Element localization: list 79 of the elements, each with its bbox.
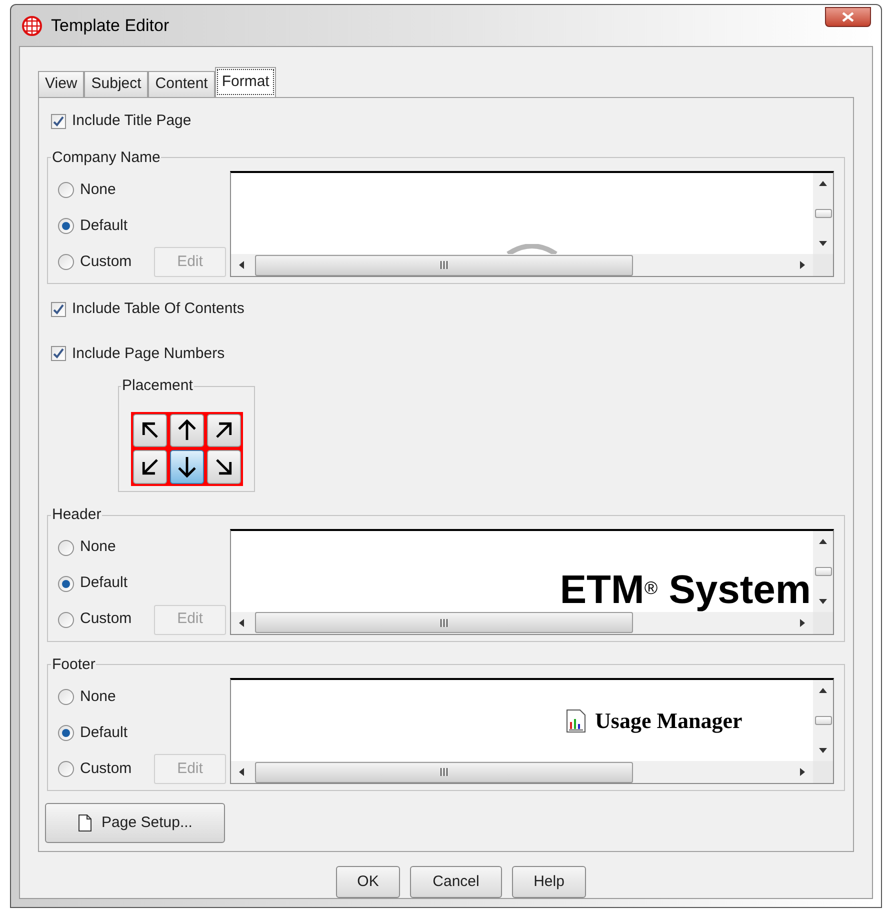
- scroll-down-icon[interactable]: [818, 238, 828, 248]
- radio-label: None: [80, 686, 116, 707]
- horizontal-scrollbar[interactable]: [231, 254, 813, 276]
- grip-icon: [440, 261, 448, 269]
- scroll-thumb[interactable]: [814, 716, 832, 725]
- checkbox-label: Include Title Page: [72, 111, 192, 131]
- placement-button[interactable]: [206, 450, 240, 484]
- tab[interactable]: Content: [148, 71, 215, 97]
- grip-icon: [440, 768, 448, 776]
- radio-button[interactable]: [58, 612, 74, 628]
- checkbox-label: Include Page Numbers: [72, 344, 225, 364]
- scroll-left-icon[interactable]: [237, 618, 247, 628]
- radio-button[interactable]: [58, 761, 74, 777]
- radio-label: Custom: [80, 758, 132, 779]
- horizontal-scrollbar[interactable]: [231, 761, 813, 783]
- vertical-scrollbar[interactable]: [813, 680, 833, 761]
- radio-button[interactable]: [58, 689, 74, 705]
- tab[interactable]: Subject: [84, 71, 148, 97]
- dialog-button[interactable]: Cancel: [410, 866, 502, 898]
- placement-button[interactable]: [132, 450, 166, 484]
- scroll-thumb[interactable]: [814, 566, 832, 576]
- group-label: Header: [51, 505, 102, 525]
- page-setup-button[interactable]: Page Setup...: [45, 803, 225, 843]
- group-label: Footer: [51, 654, 96, 674]
- checkbox[interactable]: [51, 346, 66, 362]
- dialog-button[interactable]: Help: [512, 866, 586, 898]
- vertical-scrollbar[interactable]: [813, 530, 833, 612]
- radio-button[interactable]: [58, 182, 74, 198]
- group-label: Company Name: [51, 148, 162, 168]
- scrollbar-corner: [813, 612, 833, 634]
- radio-label: Custom: [80, 252, 132, 272]
- scroll-thumb[interactable]: [814, 209, 832, 218]
- window-title: Template Editor: [51, 14, 170, 37]
- globe-icon: [21, 14, 43, 36]
- dialog-button[interactable]: OK: [336, 866, 400, 898]
- close-button[interactable]: [825, 6, 871, 26]
- scroll-right-icon[interactable]: [797, 260, 807, 270]
- radio-button[interactable]: [58, 576, 74, 592]
- horizontal-scrollbar[interactable]: [231, 612, 813, 634]
- scroll-left-icon[interactable]: [237, 767, 247, 777]
- radio-label: Default: [80, 216, 128, 236]
- scroll-right-icon[interactable]: [797, 767, 807, 777]
- vertical-scrollbar[interactable]: [813, 173, 833, 254]
- header-text: ETM$^{®}$ System: [560, 568, 811, 612]
- scroll-down-icon[interactable]: [818, 745, 828, 755]
- tab[interactable]: View: [38, 71, 84, 97]
- scroll-left-icon[interactable]: [237, 260, 247, 270]
- scroll-thumb[interactable]: [255, 254, 633, 276]
- placement-button[interactable]: [170, 450, 204, 484]
- radio-button[interactable]: [58, 540, 74, 556]
- radio-label: None: [80, 180, 116, 200]
- page-icon: [78, 814, 92, 832]
- checkbox[interactable]: [51, 114, 66, 129]
- placement-button[interactable]: [206, 414, 240, 447]
- placement-button[interactable]: [132, 414, 166, 447]
- radio-label: Default: [80, 722, 128, 743]
- placement-button[interactable]: [170, 414, 204, 447]
- checkbox[interactable]: [51, 302, 66, 317]
- radio-button[interactable]: [58, 725, 74, 741]
- checkbox-label: Include Table Of Contents: [72, 299, 244, 319]
- scroll-up-icon[interactable]: [818, 686, 828, 696]
- tab[interactable]: Format: [214, 67, 276, 97]
- scroll-thumb[interactable]: [255, 612, 633, 633]
- radio-label: Custom: [80, 609, 132, 630]
- grip-icon: [440, 618, 448, 626]
- scrollbar-corner: [813, 761, 833, 783]
- scroll-thumb[interactable]: [255, 762, 633, 782]
- scroll-up-icon[interactable]: [818, 536, 828, 546]
- radio-label: Default: [80, 573, 128, 594]
- radio-button[interactable]: [58, 254, 74, 270]
- chart-document-icon: [565, 708, 587, 732]
- radio-label: None: [80, 537, 116, 558]
- scroll-right-icon[interactable]: [797, 618, 807, 628]
- footer-text: Usage Manager: [595, 707, 742, 735]
- group-label: Placement: [121, 376, 194, 396]
- close-icon: [842, 12, 854, 22]
- radio-button[interactable]: [58, 218, 74, 234]
- scroll-up-icon[interactable]: [818, 179, 828, 189]
- scrollbar-corner: [813, 254, 833, 276]
